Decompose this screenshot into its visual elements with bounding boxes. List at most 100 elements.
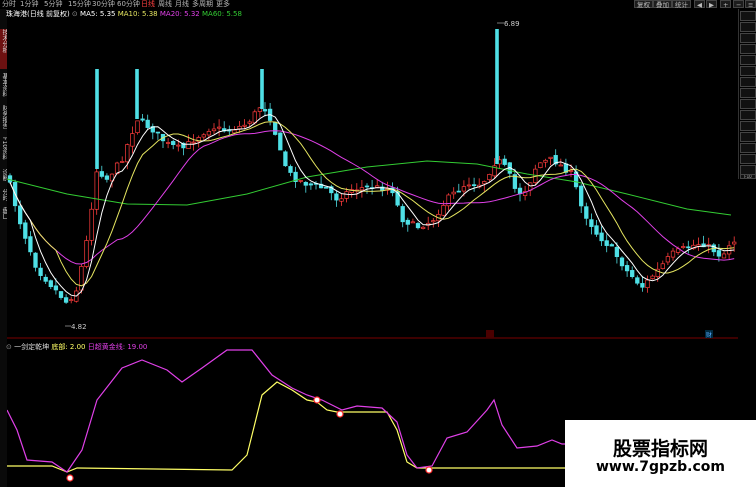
- candle[interactable]: [645, 279, 650, 289]
- candle[interactable]: [120, 161, 125, 163]
- candle[interactable]: [303, 181, 308, 186]
- left-tab-6[interactable]: 盘口: [0, 207, 7, 221]
- tab-period-7[interactable]: 周线: [158, 0, 172, 9]
- candle[interactable]: [23, 222, 28, 239]
- candle[interactable]: [247, 121, 252, 124]
- tab-period-9[interactable]: 多周期: [192, 0, 213, 9]
- candle[interactable]: [38, 267, 43, 276]
- right-tool-11[interactable]: [740, 132, 756, 142]
- tab-period-4[interactable]: 30分钟: [92, 0, 115, 9]
- candle[interactable]: [171, 141, 176, 146]
- candle[interactable]: [538, 162, 543, 168]
- candle[interactable]: [604, 240, 609, 246]
- candle[interactable]: [273, 121, 278, 135]
- candle[interactable]: [681, 246, 686, 248]
- tab-period-3[interactable]: 15分钟: [68, 0, 91, 9]
- right-tool-10[interactable]: [740, 121, 756, 131]
- candle[interactable]: [298, 180, 303, 182]
- candle[interactable]: [125, 144, 130, 163]
- tab-period-0[interactable]: 分时: [2, 0, 16, 9]
- candle[interactable]: [665, 256, 671, 263]
- right-tool-4[interactable]: [740, 55, 756, 65]
- candle[interactable]: [216, 126, 222, 129]
- candle[interactable]: [48, 280, 53, 288]
- candle[interactable]: [28, 236, 33, 253]
- right-tool-3[interactable]: [740, 44, 756, 54]
- candle[interactable]: [375, 185, 380, 188]
- kline-chart[interactable]: 6.89 4.82 财: [7, 9, 738, 339]
- arrow-left-icon[interactable]: ◀: [694, 0, 705, 9]
- candle[interactable]: [99, 171, 104, 177]
- right-tool-6[interactable]: [740, 77, 756, 87]
- candle[interactable]: [135, 69, 139, 119]
- candle[interactable]: [451, 191, 456, 195]
- right-tool-0[interactable]: [740, 11, 756, 21]
- candle[interactable]: [415, 223, 421, 229]
- candle[interactable]: [670, 250, 676, 258]
- candle[interactable]: [640, 283, 645, 288]
- left-tab-0[interactable]: 技术分析: [0, 29, 7, 69]
- candle[interactable]: [63, 297, 69, 303]
- right-tool-7[interactable]: [740, 88, 756, 98]
- candle[interactable]: [599, 232, 604, 242]
- candle[interactable]: [456, 190, 461, 193]
- candle[interactable]: [466, 184, 472, 187]
- candle[interactable]: [262, 109, 268, 112]
- candle[interactable]: [517, 187, 523, 195]
- candle[interactable]: [482, 181, 487, 185]
- candle[interactable]: [33, 252, 38, 268]
- candle[interactable]: [232, 129, 237, 134]
- candle[interactable]: [579, 185, 584, 207]
- candle[interactable]: [104, 175, 110, 180]
- redo-button[interactable]: 复权: [634, 0, 653, 9]
- candle[interactable]: [176, 144, 181, 147]
- candle[interactable]: [339, 198, 344, 202]
- candle[interactable]: [278, 132, 283, 151]
- zoom-out-icon[interactable]: −: [733, 0, 745, 9]
- zoom-in-icon[interactable]: +: [720, 0, 732, 9]
- right-tool-9[interactable]: [740, 110, 756, 120]
- candle[interactable]: [471, 184, 477, 187]
- signal-marker[interactable]: [66, 474, 74, 482]
- candle[interactable]: [400, 206, 405, 223]
- overlay-button[interactable]: 叠加: [653, 0, 672, 9]
- candle[interactable]: [206, 131, 212, 136]
- candle[interactable]: [441, 204, 446, 216]
- candle[interactable]: [79, 266, 84, 291]
- candle[interactable]: [69, 299, 74, 301]
- candle[interactable]: [589, 219, 594, 227]
- candle[interactable]: [420, 226, 426, 229]
- candle[interactable]: [624, 265, 630, 272]
- candle[interactable]: [53, 285, 59, 291]
- left-tab-4[interactable]: 诊断: [0, 169, 7, 185]
- candle[interactable]: [252, 111, 257, 124]
- candle[interactable]: [165, 142, 171, 144]
- right-tool-5[interactable]: [740, 66, 756, 76]
- candle[interactable]: [283, 151, 288, 167]
- candle[interactable]: [344, 191, 349, 199]
- candle[interactable]: [405, 219, 410, 225]
- candle[interactable]: [237, 125, 242, 130]
- candle[interactable]: [594, 225, 599, 235]
- candle[interactable]: [461, 186, 467, 192]
- candle[interactable]: [145, 119, 150, 128]
- candle[interactable]: [630, 270, 635, 278]
- left-tab-1[interactable]: 基本资料: [0, 73, 7, 101]
- candle[interactable]: [635, 277, 640, 284]
- candle[interactable]: [732, 241, 737, 245]
- tab-period-8[interactable]: 月线: [175, 0, 189, 9]
- candle[interactable]: [260, 69, 264, 109]
- tab-period-2[interactable]: 5分钟: [44, 0, 62, 9]
- candle[interactable]: [364, 185, 370, 188]
- candle[interactable]: [609, 244, 614, 247]
- candle[interactable]: [650, 275, 655, 280]
- finance-marker[interactable]: 财: [705, 330, 713, 339]
- left-tab-3[interactable]: F10资料: [0, 137, 7, 165]
- candle[interactable]: [431, 220, 436, 223]
- candle[interactable]: [359, 187, 365, 191]
- candle[interactable]: [584, 206, 589, 219]
- candle[interactable]: [191, 141, 196, 144]
- candle[interactable]: [135, 120, 140, 134]
- right-tool-8[interactable]: [740, 99, 756, 109]
- candle[interactable]: [548, 156, 553, 159]
